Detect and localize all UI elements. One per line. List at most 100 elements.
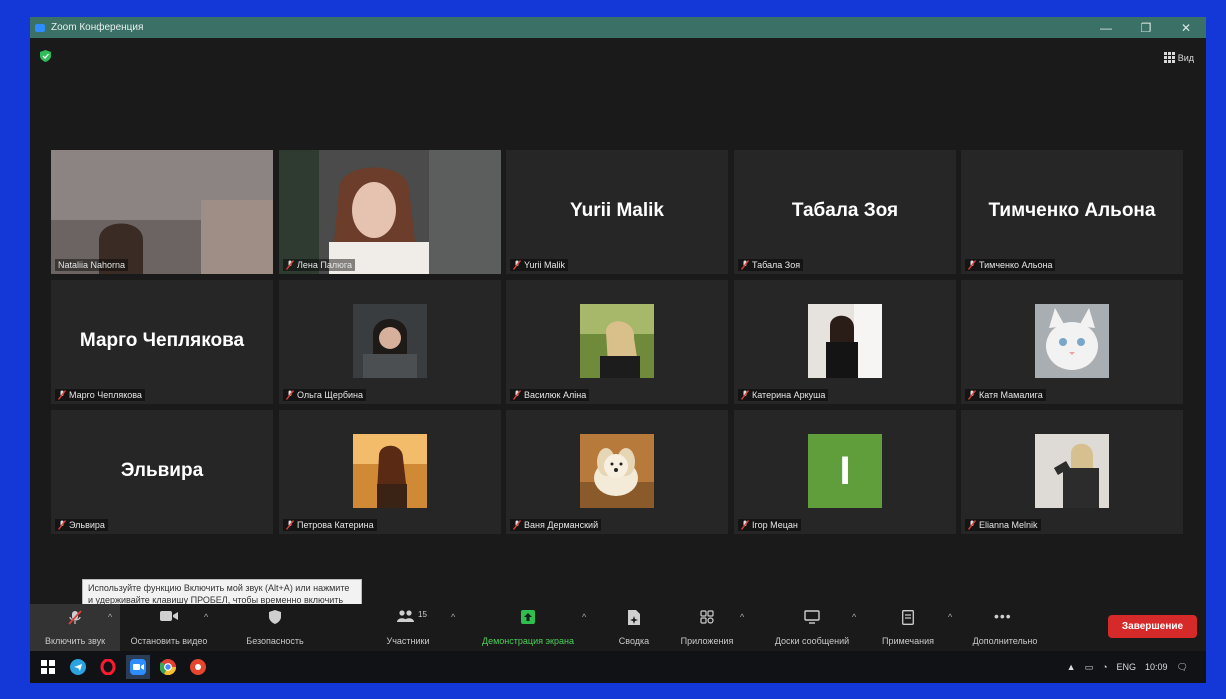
participant-tile[interactable]: Эльвира Эльвира (51, 410, 273, 534)
zoom-app-icon (35, 23, 45, 32)
participant-name-label: Yurii Malik (510, 259, 569, 271)
stop-video-button[interactable]: ^ Остановить видео (120, 604, 218, 651)
view-button[interactable]: Вид (1163, 52, 1194, 63)
participant-tile[interactable]: Василюк Аліна (506, 280, 728, 404)
share-screen-label: Демонстрация экрана (482, 636, 574, 646)
opera-icon[interactable] (96, 655, 120, 679)
participant-photo (353, 304, 427, 378)
participant-tile[interactable]: Петрова Катерина (279, 410, 501, 534)
participant-name: Тимченко Альона (979, 260, 1053, 270)
mic-muted-icon (286, 520, 294, 530)
view-label: Вид (1177, 52, 1194, 63)
wifi-icon[interactable]: ◔ (1102, 662, 1107, 672)
participant-gallery: Nataliia Nahorna Лена Палюга Yurii Malik Yu… (51, 150, 1183, 542)
participant-name: Elianna Melnik (979, 520, 1038, 530)
more-button[interactable]: ••• Дополнительно (960, 604, 1050, 651)
participants-button[interactable]: 15 ^ Участники (363, 604, 456, 651)
whiteboards-button[interactable]: ^ Доски сообщений (760, 604, 864, 651)
more-dots-icon: ••• (994, 608, 1012, 624)
apps-label: Приложения (680, 636, 734, 646)
participant-display-name: Yurii Malik (570, 200, 664, 221)
clock[interactable]: 10:09 (1145, 662, 1168, 672)
maximize-button[interactable]: ❐ (1126, 17, 1166, 38)
apps-button[interactable]: ^ Приложения (674, 604, 744, 651)
participant-name: Ваня Дерманский (524, 520, 599, 530)
participant-tile[interactable]: Катерина Аркуша (734, 280, 956, 404)
end-meeting-button[interactable]: Завершение (1108, 615, 1197, 638)
participant-name-label: Катя Мамалига (965, 389, 1046, 401)
meeting-toolbar: ^ Включить звук ^ Остановить видео Безоп… (30, 604, 1206, 651)
network-icon[interactable]: ▭ (1085, 662, 1094, 673)
participant-tile[interactable]: Лена Палюга (279, 150, 501, 274)
video-options-caret[interactable]: ^ (204, 612, 208, 622)
participant-name-label: Elianna Melnik (965, 519, 1041, 531)
participant-photo (580, 434, 654, 508)
participant-tile[interactable]: Nataliia Nahorna (51, 150, 273, 274)
close-button[interactable]: ✕ (1166, 17, 1206, 38)
telegram-icon[interactable] (66, 655, 90, 679)
participant-name-label: Катерина Аркуша (738, 389, 829, 401)
participant-display-name: Табала Зоя (791, 200, 899, 221)
zoom-taskbar-icon[interactable] (126, 655, 150, 679)
mic-muted-icon (741, 390, 749, 400)
participant-tile[interactable]: Тимченко Альона Тимченко Альона (961, 150, 1183, 274)
participant-name: Марго Чеплякова (69, 390, 142, 400)
screen-recorder-icon[interactable] (186, 655, 210, 679)
participant-name: Ольга Щербина (297, 390, 364, 400)
participants-options-caret[interactable]: ^ (451, 612, 455, 622)
unmute-label: Включить звук (44, 636, 106, 646)
window-controls: — ❐ ✕ (1086, 17, 1206, 38)
participant-name-label: Эльвира (55, 519, 108, 531)
share-screen-icon (521, 610, 535, 624)
participant-name: Катерина Аркуша (752, 390, 826, 400)
windows-start-icon[interactable] (36, 655, 60, 679)
participant-name-label: Василюк Аліна (510, 389, 590, 401)
notes-button[interactable]: ^ Примечания (876, 604, 952, 651)
participant-tile[interactable]: Elianna Melnik (961, 410, 1183, 534)
mic-muted-icon (286, 390, 294, 400)
unmute-button[interactable]: ^ Включить звук (30, 604, 120, 651)
window-title: Zoom Конференция (51, 22, 144, 33)
tray-expand-icon[interactable]: ▲ (1067, 662, 1076, 672)
mic-muted-icon (741, 520, 749, 530)
participant-photo (580, 304, 654, 378)
summary-button[interactable]: Сводка (604, 604, 664, 651)
participant-name-label: Ігор Мецан (738, 519, 801, 531)
mic-muted-icon (968, 260, 976, 270)
grid-view-icon (1163, 52, 1175, 63)
participant-initial-avatar: I (808, 434, 882, 508)
participant-tile[interactable]: Yurii Malik Yurii Malik (506, 150, 728, 274)
participant-tile[interactable]: Марго Чеплякова Марго Чеплякова (51, 280, 273, 404)
notifications-icon[interactable]: 🗨 (1177, 662, 1188, 673)
participant-tile[interactable]: Ольга Щербина (279, 280, 501, 404)
summary-icon (628, 610, 640, 625)
participant-name-label: Тимченко Альона (965, 259, 1056, 271)
security-label: Безопасность (246, 636, 304, 646)
language-indicator[interactable]: ENG (1117, 662, 1137, 672)
participant-tile[interactable]: Табала Зоя Табала Зоя (734, 150, 956, 274)
notes-options-caret[interactable]: ^ (948, 612, 952, 622)
participant-name-label: Лена Палюга (283, 259, 355, 271)
share-options-caret[interactable]: ^ (582, 612, 586, 622)
participant-display-name: Эльвира (120, 460, 204, 481)
participant-tile[interactable]: Катя Мамалига (961, 280, 1183, 404)
security-button[interactable]: Безопасность (230, 604, 320, 651)
participants-count: 15 (418, 610, 427, 619)
participant-photo (353, 434, 427, 508)
participant-tile[interactable]: Ваня Дерманский (506, 410, 728, 534)
minimize-button[interactable]: — (1086, 17, 1126, 38)
encryption-shield-icon[interactable] (40, 50, 51, 62)
chrome-icon[interactable] (156, 655, 180, 679)
mic-muted-icon (513, 520, 521, 530)
notes-icon (902, 610, 914, 625)
participant-name-label: Петрова Катерина (283, 519, 377, 531)
audio-options-caret[interactable]: ^ (108, 612, 112, 622)
apps-options-caret[interactable]: ^ (740, 612, 744, 622)
stop-video-label: Остановить видео (130, 636, 208, 646)
participant-display-name: Тимченко Альона (988, 200, 1156, 221)
mic-muted-icon (968, 390, 976, 400)
participant-name: Эльвира (69, 520, 105, 530)
share-screen-button[interactable]: ^ Демонстрация экрана (472, 604, 586, 651)
participant-tile[interactable]: I Ігор Мецан (734, 410, 956, 534)
whiteboards-options-caret[interactable]: ^ (852, 612, 856, 622)
